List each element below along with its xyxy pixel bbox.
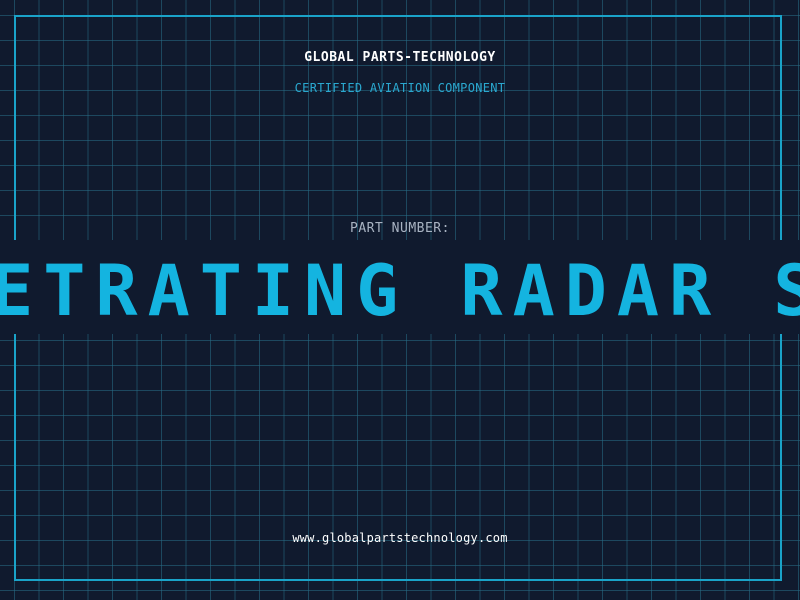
part-number-label: PART NUMBER: <box>350 221 450 236</box>
website-url: www.globalpartstechnology.com <box>292 531 508 545</box>
certification-subtitle: CERTIFIED AVIATION COMPONENT <box>294 81 506 95</box>
part-number-value: NETRATING RADAR SYS <box>0 250 800 332</box>
brand-title: GLOBAL PARTS-TECHNOLOGY <box>304 50 496 65</box>
part-number-band: NETRATING RADAR SYS <box>0 240 800 334</box>
